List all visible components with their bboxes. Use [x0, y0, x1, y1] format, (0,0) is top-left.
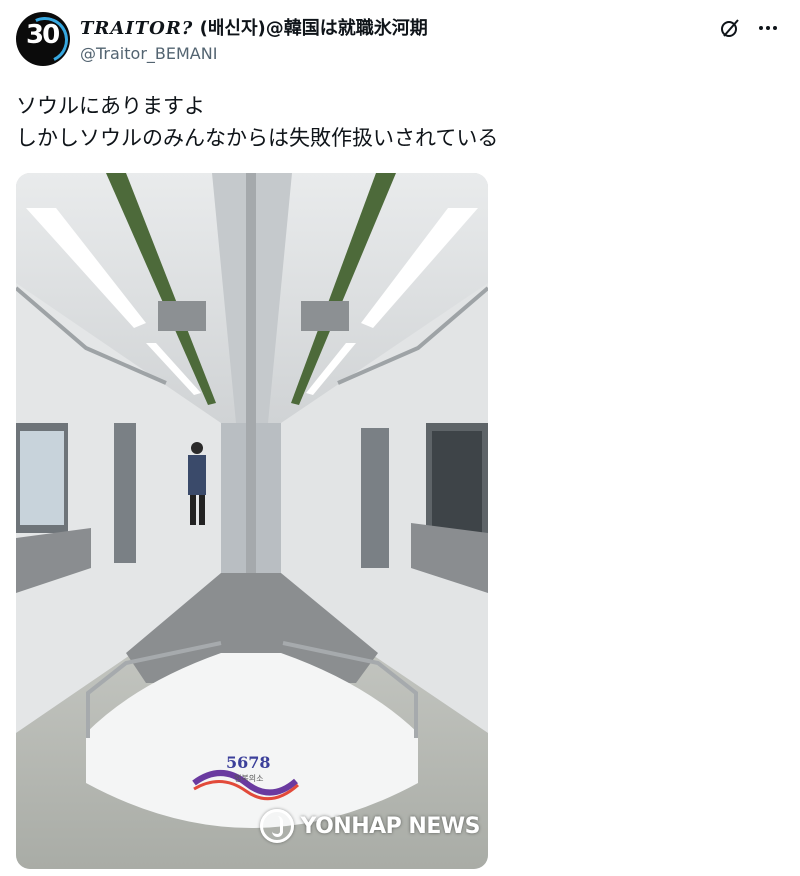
avatar-text: 30: [26, 20, 60, 50]
tweet-line: しかしソウルのみんなからは失敗作扱いされている: [16, 126, 499, 150]
tweet-text: ソウルにありますよ しかしソウルのみんなからは失敗作扱いされている: [16, 90, 498, 154]
more-icon[interactable]: [756, 16, 780, 40]
seat-number: 5678: [226, 753, 271, 772]
seat-caption: 행복의소: [234, 774, 264, 783]
display-name-rest: (배신자)@韓国は就職氷河期: [193, 18, 428, 39]
user-handle[interactable]: @Traitor_BEMANI: [80, 44, 428, 63]
avatar[interactable]: 30: [16, 12, 70, 66]
display-name[interactable]: TRAITOR? (배신자)@韓国は就職氷河期: [80, 14, 428, 40]
tweet-photo[interactable]: 5678 행복의소 YONHAP NEWS: [16, 173, 488, 869]
tweet-line: ソウルにありますよ: [16, 94, 205, 118]
yonhap-logo-icon: [260, 809, 295, 843]
watermark-text: YONHAP NEWS: [300, 813, 480, 839]
author-names[interactable]: TRAITOR? (배신자)@韓国は就職氷河期 @Traitor_BEMANI: [80, 14, 428, 63]
display-name-brand: TRAITOR?: [80, 18, 194, 39]
watermark: YONHAP NEWS: [260, 809, 480, 843]
header-actions: [718, 16, 780, 40]
tweet-header: 30 TRAITOR? (배신자)@韓国は就職氷河期 @Traitor_BEMA…: [16, 12, 784, 72]
grok-icon[interactable]: [718, 16, 742, 40]
